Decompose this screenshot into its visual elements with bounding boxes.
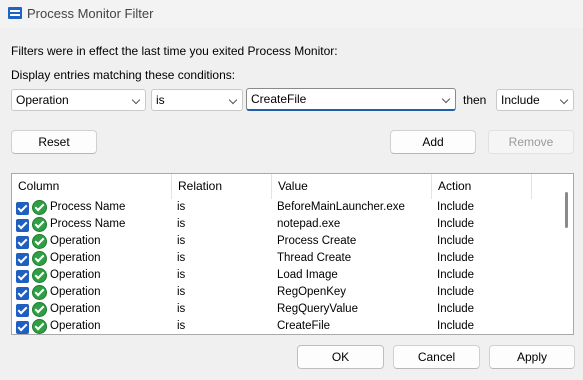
column-select-value: Operation xyxy=(16,93,69,107)
chevron-down-icon xyxy=(131,95,141,105)
table-row[interactable]: Process Name is notepad.exe Include xyxy=(12,217,558,234)
enabled-checkbox[interactable] xyxy=(16,202,29,215)
chevron-down-icon xyxy=(228,95,238,105)
column-header-action[interactable]: Action xyxy=(432,174,532,199)
include-icon xyxy=(32,200,47,215)
cell-column: Process Name xyxy=(50,218,126,230)
table-row[interactable]: Process Name is BeforeMainLauncher.exe Incl… xyxy=(12,200,558,217)
cell-value: RegQueryValue xyxy=(277,303,358,315)
cell-value: CreateFile xyxy=(277,320,331,332)
include-icon xyxy=(32,234,47,249)
cell-value: Thread Create xyxy=(277,252,352,264)
column-header-value[interactable]: Value xyxy=(272,174,432,199)
window-title: Process Monitor Filter xyxy=(27,6,154,21)
cell-value: RegOpenKey xyxy=(277,286,347,298)
cell-action: Include xyxy=(437,252,475,264)
include-icon xyxy=(32,217,47,232)
process-monitor-icon xyxy=(8,7,22,19)
cell-relation: is xyxy=(177,269,186,281)
enabled-checkbox[interactable] xyxy=(16,321,29,334)
cell-action: Include xyxy=(437,201,475,213)
enabled-checkbox[interactable] xyxy=(16,287,29,300)
add-button[interactable]: Add xyxy=(390,130,476,154)
cell-value: BeforeMainLauncher.exe xyxy=(277,201,405,213)
scrollbar-thumb[interactable] xyxy=(565,192,568,228)
include-icon xyxy=(32,319,47,334)
column-select[interactable]: Operation xyxy=(11,89,146,111)
enabled-checkbox[interactable] xyxy=(16,270,29,283)
cell-value: Process Create xyxy=(277,235,357,247)
cell-relation: is xyxy=(177,218,186,230)
info-label: Filters were in effect the last time you… xyxy=(11,44,338,58)
cell-relation: is xyxy=(177,286,186,298)
cell-relation: is xyxy=(177,201,186,213)
cell-relation: is xyxy=(177,235,186,247)
action-select[interactable]: Include xyxy=(496,89,574,111)
filter-table[interactable]: Column Relation Value Action Process Nam… xyxy=(11,173,574,335)
cell-column: Operation xyxy=(50,269,101,281)
table-row[interactable]: Operation is Process Create Include xyxy=(12,234,558,251)
enabled-checkbox[interactable] xyxy=(16,304,29,317)
cell-action: Include xyxy=(437,269,475,281)
cell-column: Operation xyxy=(50,320,101,332)
enabled-checkbox[interactable] xyxy=(16,253,29,266)
relation-select[interactable]: is xyxy=(151,89,243,111)
value-combobox-text: CreateFile xyxy=(251,92,307,106)
cell-action: Include xyxy=(437,320,475,332)
chevron-down-icon xyxy=(559,95,569,105)
apply-button[interactable]: Apply xyxy=(489,345,575,369)
cell-value: notepad.exe xyxy=(277,218,341,230)
cancel-button[interactable]: Cancel xyxy=(393,345,480,369)
cell-action: Include xyxy=(437,218,475,230)
cell-column: Operation xyxy=(50,286,101,298)
column-header-relation[interactable]: Relation xyxy=(172,174,272,199)
include-icon xyxy=(32,302,47,317)
action-select-value: Include xyxy=(501,93,540,107)
cell-relation: is xyxy=(177,303,186,315)
chevron-down-icon xyxy=(441,94,451,104)
cell-action: Include xyxy=(437,303,475,315)
vertical-scrollbar[interactable] xyxy=(560,174,573,334)
cell-relation: is xyxy=(177,320,186,332)
cell-column: Operation xyxy=(50,252,101,264)
include-icon xyxy=(32,285,47,300)
table-row[interactable]: Operation is Load Image Include xyxy=(12,268,558,285)
cell-column: Operation xyxy=(50,235,101,247)
ok-button[interactable]: OK xyxy=(297,345,384,369)
cell-action: Include xyxy=(437,235,475,247)
table-row[interactable]: Operation is RegQueryValue Include xyxy=(12,302,558,319)
reset-button[interactable]: Reset xyxy=(11,130,97,154)
value-combobox[interactable]: CreateFile xyxy=(246,88,456,111)
enabled-checkbox[interactable] xyxy=(16,236,29,249)
then-label: then xyxy=(463,93,487,107)
relation-select-value: is xyxy=(156,93,165,107)
cell-relation: is xyxy=(177,252,186,264)
table-row[interactable]: Operation is CreateFile Include xyxy=(12,319,558,334)
cell-action: Include xyxy=(437,286,475,298)
conditions-label: Display entries matching these condition… xyxy=(11,68,236,82)
title-bar: Process Monitor Filter xyxy=(0,0,583,28)
enabled-checkbox[interactable] xyxy=(16,219,29,232)
cell-column: Process Name xyxy=(50,201,126,213)
table-row[interactable]: Operation is Thread Create Include xyxy=(12,251,558,268)
table-row[interactable]: Operation is RegOpenKey Include xyxy=(12,285,558,302)
cell-column: Operation xyxy=(50,303,101,315)
column-header-column[interactable]: Column xyxy=(12,174,172,199)
cell-value: Load Image xyxy=(277,269,338,281)
include-icon xyxy=(32,251,47,266)
table-header: Column Relation Value Action xyxy=(12,174,558,199)
remove-button[interactable]: Remove xyxy=(488,130,574,154)
include-icon xyxy=(32,268,47,283)
